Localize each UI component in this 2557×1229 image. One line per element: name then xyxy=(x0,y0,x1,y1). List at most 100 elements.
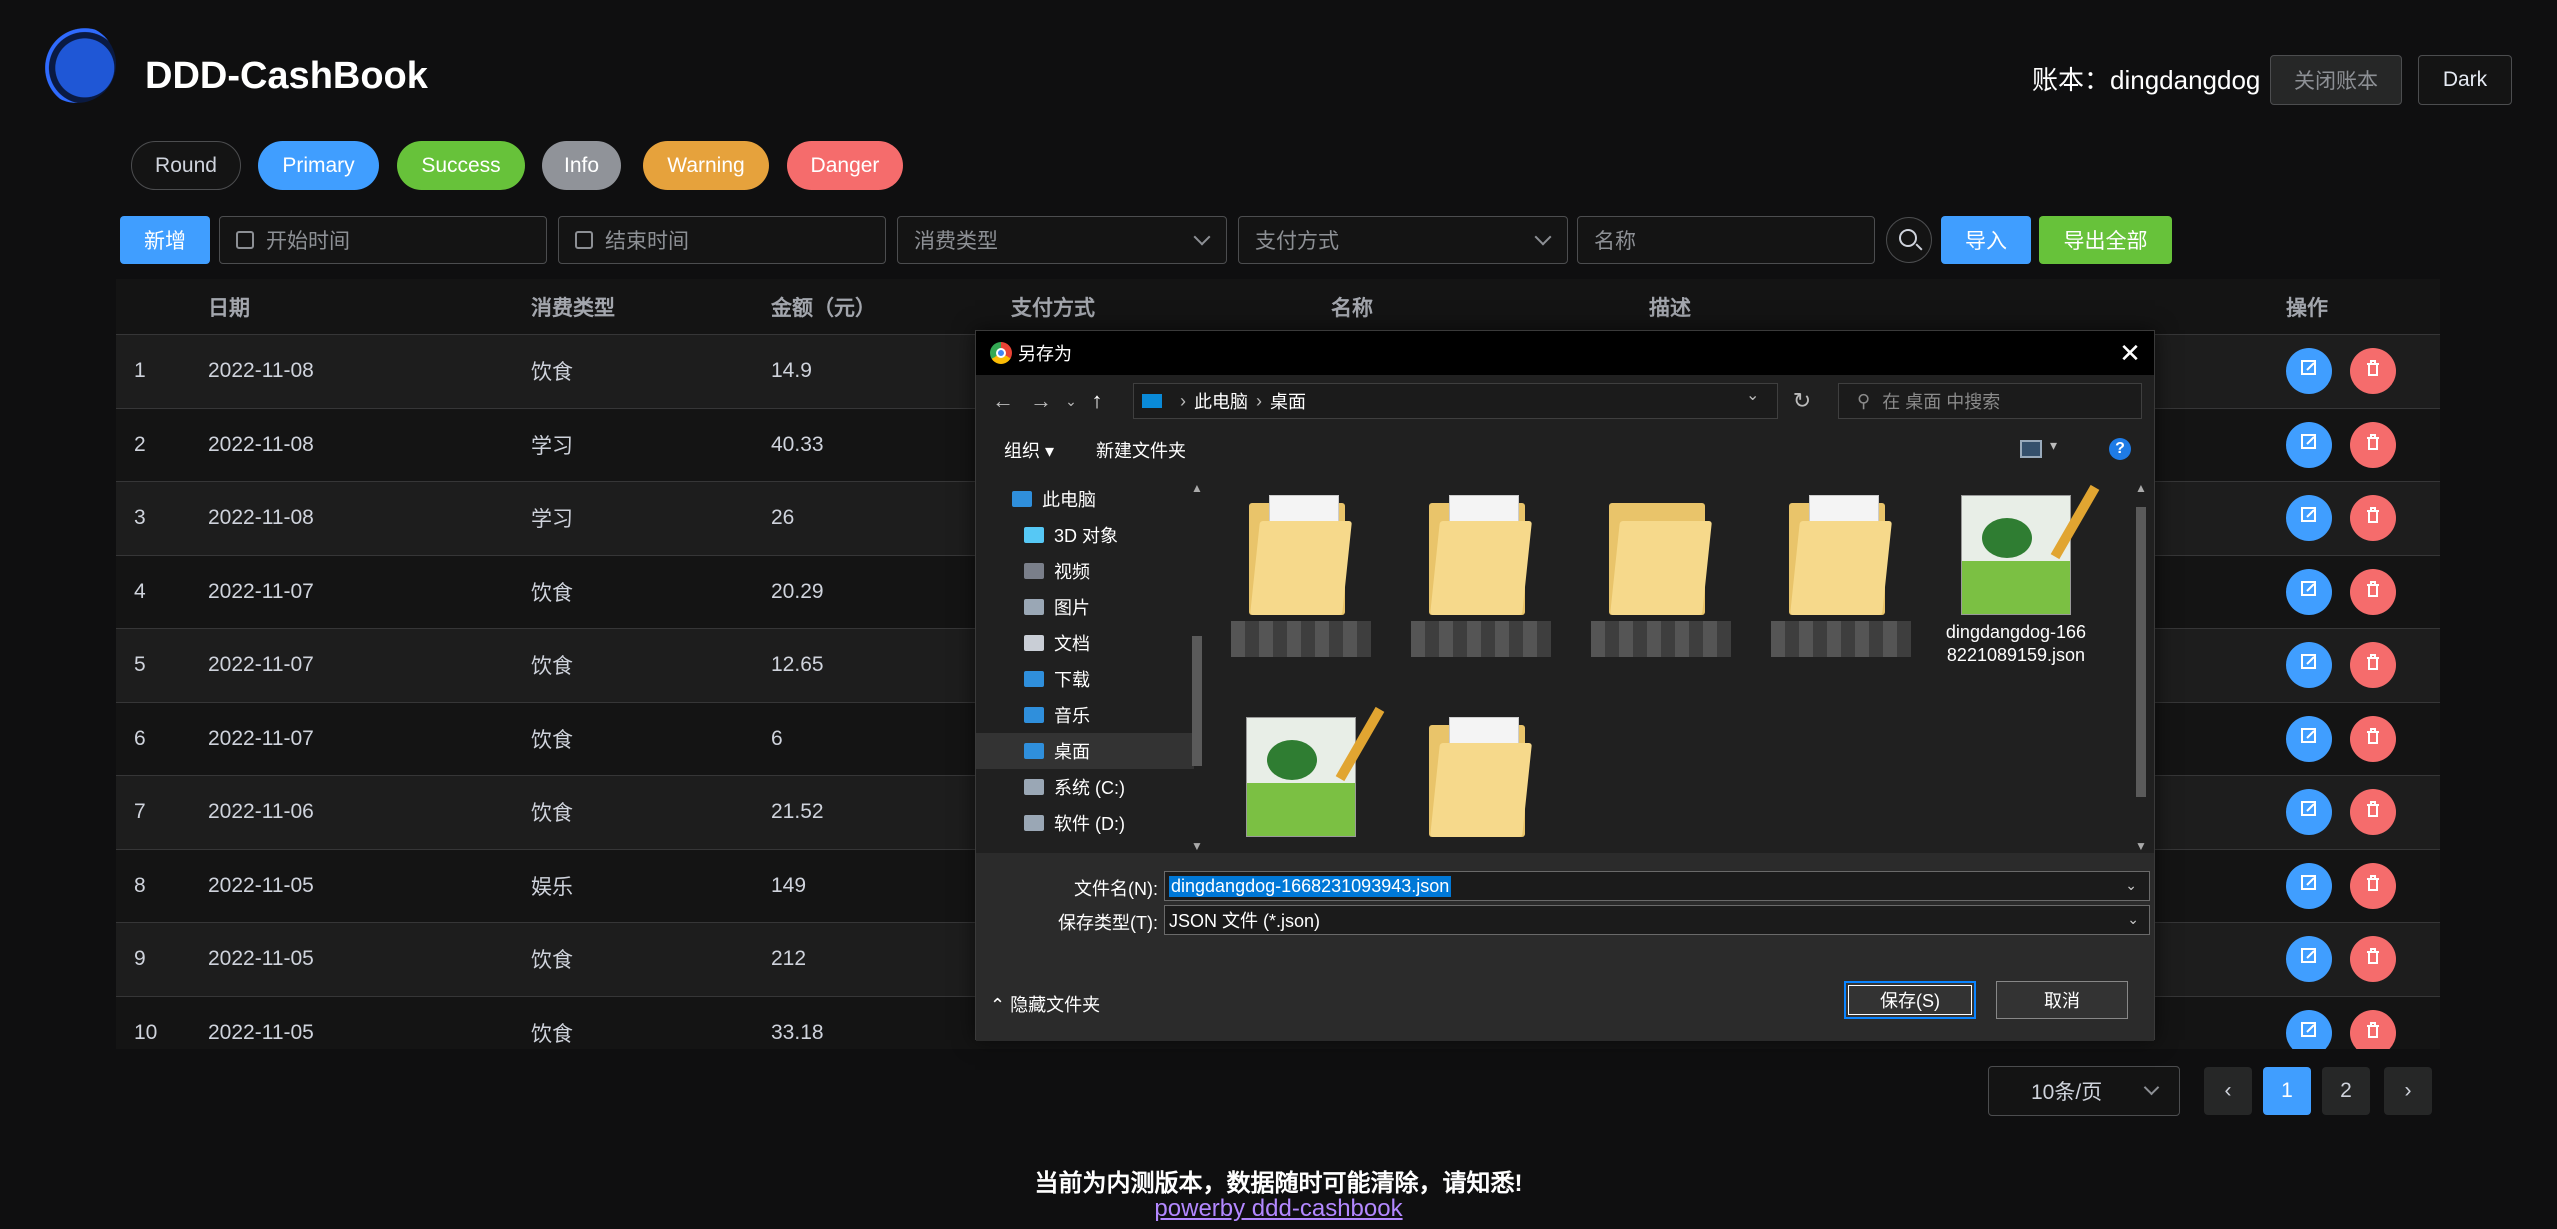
folder-icon xyxy=(1024,563,1044,579)
style-info-button[interactable]: Info xyxy=(542,141,621,190)
forward-arrow-icon[interactable]: → xyxy=(1022,388,1060,414)
tree-item[interactable]: 图片 xyxy=(976,589,1194,625)
style-round-button[interactable]: Round xyxy=(131,141,241,190)
delete-button[interactable] xyxy=(2350,348,2396,395)
folder-item[interactable] xyxy=(1586,495,1736,705)
edit-button[interactable] xyxy=(2286,495,2332,542)
style-danger-button[interactable]: Danger xyxy=(787,141,903,190)
edit-button[interactable] xyxy=(2286,568,2332,615)
tree-scrollbar[interactable]: ▲ ▼ xyxy=(1188,481,1206,853)
json-file-item[interactable] xyxy=(1226,706,1385,853)
filetype-select[interactable]: JSON 文件 (*.json) ⌄ xyxy=(1164,905,2150,935)
edit-button[interactable] xyxy=(2286,789,2332,836)
recent-chevron-icon[interactable]: ⌄ xyxy=(1060,393,1082,410)
chevron-up-icon: ⌃ xyxy=(990,995,1011,1015)
delete-button[interactable] xyxy=(2350,495,2396,542)
add-button[interactable]: 新增 xyxy=(120,216,210,264)
folder-item[interactable] xyxy=(1226,495,1376,705)
file-list-scrollbar[interactable]: ▲ ▼ xyxy=(2132,481,2150,853)
edit-button[interactable] xyxy=(2286,715,2332,762)
edit-button[interactable] xyxy=(2286,348,2332,395)
organize-menu[interactable]: 组织 ▾ xyxy=(1004,437,1054,463)
chevron-down-icon[interactable]: ⌄ xyxy=(2123,877,2139,894)
folder-icon xyxy=(1429,495,1533,615)
dialog-search-input[interactable]: ⚲ 在 桌面 中搜索 xyxy=(1838,383,2142,419)
delete-button[interactable] xyxy=(2350,715,2396,762)
end-date-input[interactable]: 结束时间 xyxy=(558,216,886,264)
export-all-button[interactable]: 导出全部 xyxy=(2039,216,2172,264)
tree-item[interactable]: 视频 xyxy=(976,553,1194,589)
calendar-icon xyxy=(575,231,593,249)
refresh-icon[interactable]: ↻ xyxy=(1784,383,1820,419)
type-select[interactable]: 消费类型 xyxy=(897,216,1227,264)
close-icon[interactable]: ✕ xyxy=(2116,339,2144,367)
back-arrow-icon[interactable]: ← xyxy=(984,388,1022,414)
page-1-button[interactable]: 1 xyxy=(2263,1067,2311,1115)
edit-button[interactable] xyxy=(2286,936,2332,983)
dark-mode-button[interactable]: Dark xyxy=(2418,55,2512,105)
import-button[interactable]: 导入 xyxy=(1941,216,2031,264)
edit-icon xyxy=(2299,1020,2319,1046)
edit-button[interactable] xyxy=(2286,1009,2332,1049)
delete-button[interactable] xyxy=(2350,936,2396,983)
delete-button[interactable] xyxy=(2350,421,2396,468)
tree-item[interactable]: 软件 (D:) xyxy=(976,805,1194,841)
prev-page-button[interactable]: ‹ xyxy=(2204,1067,2252,1115)
delete-button[interactable] xyxy=(2350,642,2396,689)
folder-icon xyxy=(1024,815,1044,831)
breadcrumb-this-pc[interactable]: 此电脑 xyxy=(1194,388,1248,414)
up-arrow-icon[interactable]: ↑ xyxy=(1082,388,1112,414)
tree-item[interactable]: 文档 xyxy=(976,625,1194,661)
name-input[interactable]: 名称 xyxy=(1577,216,1875,264)
page-size-select[interactable]: 10条/页 xyxy=(1988,1066,2180,1116)
delete-button[interactable] xyxy=(2350,1009,2396,1049)
edit-icon xyxy=(2299,726,2319,752)
address-bar[interactable]: › 此电脑 › 桌面 xyxy=(1133,383,1778,419)
folder-item[interactable] xyxy=(1406,717,1556,853)
trash-icon xyxy=(2363,505,2383,531)
edit-icon xyxy=(2299,358,2319,384)
notepad-plus-plus-icon xyxy=(1246,706,1385,837)
view-icon[interactable] xyxy=(2020,440,2042,458)
tree-item[interactable]: 3D 对象 xyxy=(976,517,1194,553)
trash-icon xyxy=(2363,579,2383,605)
table-header: 日期 消费类型 金额（元） 支付方式 名称 描述 操作 xyxy=(116,279,2440,335)
close-book-button[interactable]: 关闭账本 xyxy=(2270,55,2402,105)
tree-item[interactable]: 桌面 xyxy=(976,733,1194,769)
json-file-item[interactable]: dingdangdog-1668221089159.json xyxy=(1941,484,2100,705)
hide-folders-toggle[interactable]: ⌃ 隐藏文件夹 xyxy=(990,991,1100,1017)
folder-item[interactable] xyxy=(1406,495,1556,705)
trash-icon xyxy=(2363,873,2383,899)
save-as-dialog: 另存为 ✕ ← → ⌄ ↑ › 此电脑 › 桌面 ⌄ ↻ ⚲ 在 桌面 中搜索 … xyxy=(975,330,2155,1041)
footer-link[interactable]: powerby ddd-cashbook xyxy=(0,1195,2557,1223)
chevron-down-icon[interactable]: ⌄ xyxy=(1746,385,1759,405)
save-button[interactable]: 保存(S) xyxy=(1844,981,1976,1019)
chevron-down-icon xyxy=(1193,228,1211,246)
tree-item[interactable]: 此电脑 xyxy=(976,481,1194,517)
breadcrumb-desktop[interactable]: 桌面 xyxy=(1270,388,1306,414)
payment-select[interactable]: 支付方式 xyxy=(1238,216,1568,264)
tree-item[interactable]: 音乐 xyxy=(976,697,1194,733)
delete-button[interactable] xyxy=(2350,862,2396,909)
style-warning-button[interactable]: Warning xyxy=(643,141,769,190)
start-date-input[interactable]: 开始时间 xyxy=(219,216,547,264)
folder-item[interactable] xyxy=(1766,495,1916,705)
style-success-button[interactable]: Success xyxy=(397,141,525,190)
delete-button[interactable] xyxy=(2350,568,2396,615)
folder-icon xyxy=(1024,527,1044,543)
help-icon[interactable]: ? xyxy=(2109,438,2131,460)
style-primary-button[interactable]: Primary xyxy=(258,141,379,190)
new-folder-button[interactable]: 新建文件夹 xyxy=(1096,437,1186,463)
cancel-button[interactable]: 取消 xyxy=(1996,981,2128,1019)
edit-button[interactable] xyxy=(2286,642,2332,689)
tree-item[interactable]: 下载 xyxy=(976,661,1194,697)
chevron-down-icon[interactable]: ▾ xyxy=(2050,437,2057,454)
page-2-button[interactable]: 2 xyxy=(2322,1067,2370,1115)
filename-input[interactable]: dingdangdog-1668231093943.json ⌄ xyxy=(1164,871,2150,901)
edit-button[interactable] xyxy=(2286,862,2332,909)
tree-item[interactable]: 系统 (C:) xyxy=(976,769,1194,805)
next-page-button[interactable]: › xyxy=(2384,1067,2432,1115)
delete-button[interactable] xyxy=(2350,789,2396,836)
search-button[interactable] xyxy=(1886,217,1932,263)
edit-button[interactable] xyxy=(2286,421,2332,468)
